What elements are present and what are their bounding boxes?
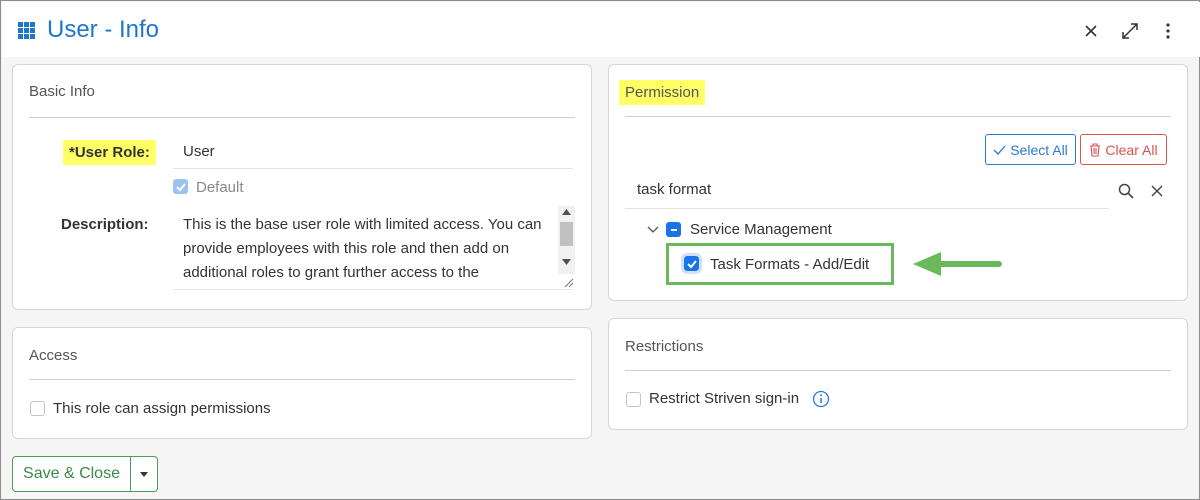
permission-title: Permission — [619, 80, 706, 105]
info-icon[interactable] — [812, 390, 830, 408]
assign-permissions-checkbox[interactable] — [30, 401, 45, 416]
window-title: User - Info — [47, 16, 160, 43]
user-role-value[interactable]: User — [183, 143, 215, 160]
checkmark-icon — [176, 183, 186, 192]
chevron-down-icon[interactable] — [647, 226, 659, 234]
arrow-left-icon — [913, 252, 1002, 276]
checkmark-icon — [687, 260, 697, 269]
search-icon[interactable] — [1118, 183, 1134, 199]
basic-info-title: Basic Info — [29, 83, 95, 100]
select-all-button[interactable]: Select All — [985, 134, 1076, 165]
window-header: User - Info — [2, 2, 1200, 57]
divider — [625, 370, 1171, 371]
resize-handle-icon[interactable] — [564, 278, 574, 288]
clear-all-label: Clear All — [1105, 141, 1158, 158]
service-management-label: Service Management — [690, 221, 832, 238]
save-close-button[interactable]: Save & Close — [13, 457, 131, 491]
clear-search-icon[interactable] — [1150, 184, 1164, 198]
access-panel: Access — [12, 327, 592, 439]
task-formats-label: Task Formats - Add/Edit — [710, 256, 870, 273]
close-icon[interactable] — [1080, 20, 1102, 42]
divider — [625, 116, 1171, 117]
check-icon — [993, 145, 1006, 155]
task-formats-checkbox[interactable] — [681, 253, 702, 274]
more-options-icon[interactable] — [1157, 20, 1179, 42]
scroll-thumb[interactable] — [560, 222, 573, 246]
user-role-label: *User Role: — [63, 140, 156, 165]
restrictions-panel: Restrictions — [608, 318, 1188, 430]
scroll-up-icon[interactable] — [562, 209, 571, 215]
description-underline — [173, 289, 573, 290]
save-options-dropdown[interactable] — [131, 457, 157, 491]
default-checkbox[interactable] — [173, 179, 188, 194]
expand-icon[interactable] — [1119, 20, 1141, 42]
caret-down-icon — [140, 471, 148, 477]
service-management-checkbox[interactable] — [666, 222, 681, 237]
restrict-signin-checkbox[interactable] — [626, 392, 641, 407]
user-role-underline — [173, 168, 573, 169]
assign-permissions-label: This role can assign permissions — [53, 400, 271, 417]
description-label: Description: — [61, 216, 149, 233]
divider — [29, 379, 575, 380]
clear-all-button[interactable]: Clear All — [1080, 134, 1167, 165]
save-close-split-button: Save & Close — [12, 456, 158, 492]
app-grid-icon — [18, 22, 35, 39]
permission-search-input[interactable]: task format — [637, 181, 711, 198]
window-frame: User - Info Basic Info *User Role: User … — [0, 0, 1200, 500]
search-underline — [625, 208, 1109, 209]
restrictions-title: Restrictions — [625, 338, 704, 355]
select-all-label: Select All — [1010, 141, 1068, 158]
description-textarea[interactable]: This is the base user role with limited … — [183, 213, 553, 285]
indeterminate-icon — [671, 229, 677, 231]
trash-icon — [1090, 142, 1101, 157]
restrict-signin-label: Restrict Striven sign-in — [649, 390, 800, 407]
divider — [29, 117, 575, 118]
description-scrollbar[interactable] — [558, 206, 575, 274]
access-title: Access — [29, 347, 78, 364]
default-label: Default — [196, 179, 244, 196]
scroll-down-icon[interactable] — [562, 259, 571, 265]
